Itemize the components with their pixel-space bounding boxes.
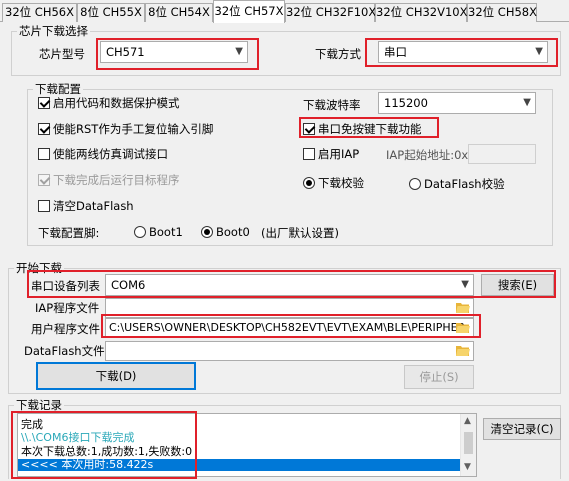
download-button[interactable]: 下载(D) [36,362,196,390]
tab-ch57x[interactable]: 32位 CH57X [213,0,285,23]
chevron-down-icon: ▼ [235,46,243,57]
boot0-radio[interactable]: Boot0 [201,225,250,240]
verify-download-radio[interactable]: 下载校验 [303,176,364,191]
checkbox-checked-icon [38,123,50,135]
stop-button: 停止(S) [404,365,474,389]
radio-unselected-icon [409,178,421,190]
log-output[interactable]: 完成 \\.\COM6接口下载完成 本次下载总数:1,成功数:1,失败数:0 <… [17,413,477,477]
serial-device-select[interactable]: COM6 ▼ [105,274,474,296]
checkbox-unchecked-icon [38,200,50,212]
enable-protect-checkbox[interactable]: 启用代码和数据保护模式 [38,96,180,111]
serial-list-label: 串口设备列表 [31,279,100,293]
baud-rate-select[interactable]: 115200 ▼ [378,92,536,114]
enable-iap-label: 启用IAP [318,147,360,161]
two-wire-debug-checkbox[interactable]: 使能两线仿真调试接口 [38,147,168,162]
checkbox-checked-icon [38,174,50,186]
chip-model-label: 芯片型号 [39,47,85,61]
iap-address-label: IAP起始地址:0x [386,148,469,162]
run-after-download-checkbox: 下载完成后运行目标程序 [38,173,180,188]
log-line-selected[interactable]: <<<< 本次用时:58.422s [18,459,460,471]
scroll-up-icon[interactable]: ▲ [464,416,471,426]
serial-no-key-checkbox[interactable]: 串口免按键下载功能 [303,122,422,137]
verify-dataflash-radio[interactable]: DataFlash校验 [409,177,505,192]
download-config-group-title: 下载配置 [33,82,83,96]
checkbox-checked-icon [38,97,50,109]
iap-address-input [468,144,536,164]
download-method-label: 下载方式 [315,47,361,61]
chevron-down-icon: ▼ [461,279,469,290]
download-method-select[interactable]: 串口 ▼ [378,41,548,63]
clear-dataflash-checkbox[interactable]: 清空DataFlash [38,199,134,214]
dataflash-file-input[interactable] [105,341,474,361]
chevron-down-icon: ▼ [523,97,531,108]
checkbox-unchecked-icon [38,148,50,160]
checkbox-checked-icon [303,123,315,135]
boot1-label: Boot1 [149,225,183,239]
tab-ch56x[interactable]: 32位 CH56X [2,3,77,22]
folder-open-icon[interactable] [456,322,470,333]
tab-ch54x[interactable]: 8位 CH54X [145,3,213,22]
iap-file-input[interactable] [105,298,474,318]
boot-pin-label: 下载配置脚: [38,226,100,240]
verify-dataflash-label: DataFlash校验 [424,177,505,191]
boot0-label: Boot0 [216,225,250,239]
chevron-down-icon: ▼ [535,46,543,57]
verify-download-label: 下载校验 [318,176,364,190]
clear-dataflash-label: 清空DataFlash [53,199,134,213]
chip-model-value: CH571 [106,45,145,59]
chip-select-group-title: 芯片下载选择 [17,24,90,38]
scroll-thumb[interactable] [464,432,473,454]
checkbox-unchecked-icon [303,148,315,160]
radio-selected-icon [201,226,213,238]
scroll-down-icon[interactable]: ▼ [464,462,471,472]
log-scrollbar[interactable]: ▲ ▼ [460,414,476,476]
log-line: 完成 [21,418,43,431]
radio-unselected-icon [134,226,146,238]
boot0-note: (出厂默认设置) [261,226,339,240]
user-file-label: 用户程序文件 [31,322,100,336]
rst-reset-label: 使能RST作为手工复位输入引脚 [53,122,214,136]
tab-ch55x[interactable]: 8位 CH55X [77,3,145,22]
tab-ch32v10x[interactable]: 32位 CH32V10X [375,3,467,22]
dataflash-file-label: DataFlash文件 [24,344,105,358]
tab-strip: 32位 CH56X 8位 CH55X 8位 CH54X 32位 CH57X 32… [0,0,569,23]
iap-file-label: IAP程序文件 [35,301,100,315]
folder-open-icon[interactable] [456,302,470,313]
tab-ch32f10x[interactable]: 32位 CH32F10X [285,3,376,22]
radio-selected-icon [303,177,315,189]
two-wire-debug-label: 使能两线仿真调试接口 [53,147,168,161]
boot1-radio[interactable]: Boot1 [134,225,183,240]
enable-iap-checkbox[interactable]: 启用IAP [303,147,359,162]
start-download-group-title: 开始下载 [14,261,64,275]
enable-protect-label: 启用代码和数据保护模式 [53,96,180,110]
baud-rate-label: 下载波特率 [303,98,361,112]
log-line: \\.\COM6接口下载完成 [21,431,135,444]
tab-ch58x[interactable]: 32位 CH58X [467,3,537,22]
serial-device-value: COM6 [111,278,146,292]
serial-no-key-label: 串口免按键下载功能 [318,122,422,136]
run-after-download-label: 下载完成后运行目标程序 [53,173,180,187]
rst-reset-checkbox[interactable]: 使能RST作为手工复位输入引脚 [38,122,213,137]
folder-open-icon[interactable] [456,345,470,356]
user-file-input[interactable]: C:\USERS\OWNER\DESKTOP\CH582EVT\EVT\EXAM… [105,318,474,338]
baud-rate-value: 115200 [384,96,428,110]
clear-log-button[interactable]: 清空记录(C) [483,418,561,440]
log-group-title: 下载记录 [14,398,64,412]
search-button[interactable]: 搜索(E) [481,274,554,296]
chip-model-select[interactable]: CH571 ▼ [100,41,248,63]
download-method-value: 串口 [384,45,407,59]
log-line: 本次下载总数:1,成功数:1,失败数:0 [21,445,193,458]
